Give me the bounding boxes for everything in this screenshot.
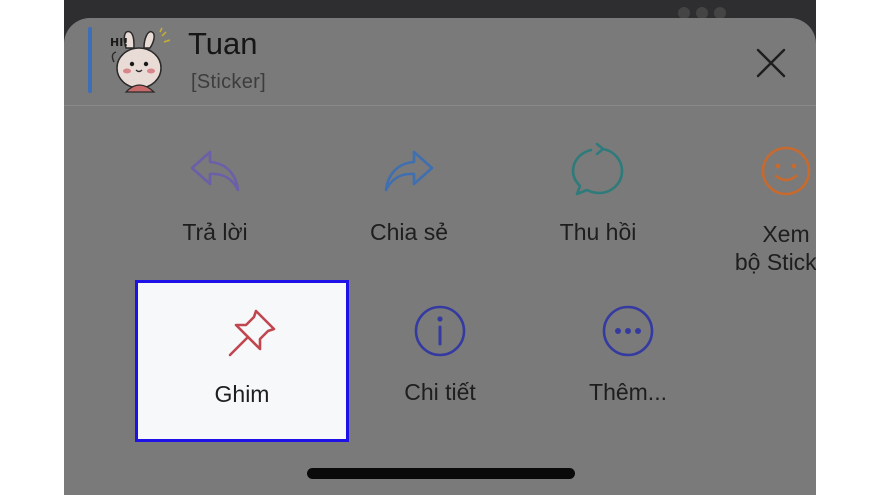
more-button[interactable]: Thêm... <box>523 304 733 406</box>
info-circle-icon <box>414 305 466 357</box>
view-sticker-label-line2: bộ Sticker <box>734 249 816 275</box>
reply-label: Trả lời <box>182 219 248 245</box>
reply-button[interactable]: Trả lời <box>110 146 320 246</box>
recall-bubble-icon <box>571 142 624 196</box>
sheet-header: HI! Tuan [Sticker] <box>64 18 816 106</box>
reply-arrow-icon <box>190 150 240 192</box>
recall-button[interactable]: Thu hồi <box>493 142 703 246</box>
pin-button[interactable]: Ghim <box>135 280 349 442</box>
more-dots-icon <box>602 305 654 357</box>
sticker-thumbnail: HI! <box>110 27 171 93</box>
home-indicator[interactable] <box>307 468 575 479</box>
share-label: Chia sẻ <box>370 219 448 245</box>
view-sticker-set-button[interactable]: Xem bộ Sticker <box>681 144 816 276</box>
smiley-face-icon <box>761 146 811 196</box>
message-action-sheet: HI! Tuan [Sticker] Trả lời Chia sẻ Thu h… <box>64 18 816 495</box>
quote-accent-bar <box>88 27 92 93</box>
pin-icon <box>228 309 276 357</box>
share-arrow-icon <box>384 150 434 192</box>
pin-label: Ghim <box>214 381 270 407</box>
message-preview: [Sticker] <box>191 71 266 93</box>
phone-screen: HI! Tuan [Sticker] Trả lời Chia sẻ Thu h… <box>64 0 816 495</box>
details-button[interactable]: Chi tiết <box>335 304 545 406</box>
sender-name: Tuan <box>188 26 258 61</box>
details-label: Chi tiết <box>404 379 476 405</box>
recall-label: Thu hồi <box>559 219 637 245</box>
more-label: Thêm... <box>589 379 667 405</box>
screenshot-stage: HI! Tuan [Sticker] Trả lời Chia sẻ Thu h… <box>0 0 880 495</box>
sticker-text: HI! <box>110 36 128 49</box>
share-button[interactable]: Chia sẻ <box>304 146 514 246</box>
status-bar-icons <box>672 6 732 19</box>
view-sticker-label-line1: Xem <box>762 221 810 247</box>
close-icon[interactable] <box>754 46 788 80</box>
